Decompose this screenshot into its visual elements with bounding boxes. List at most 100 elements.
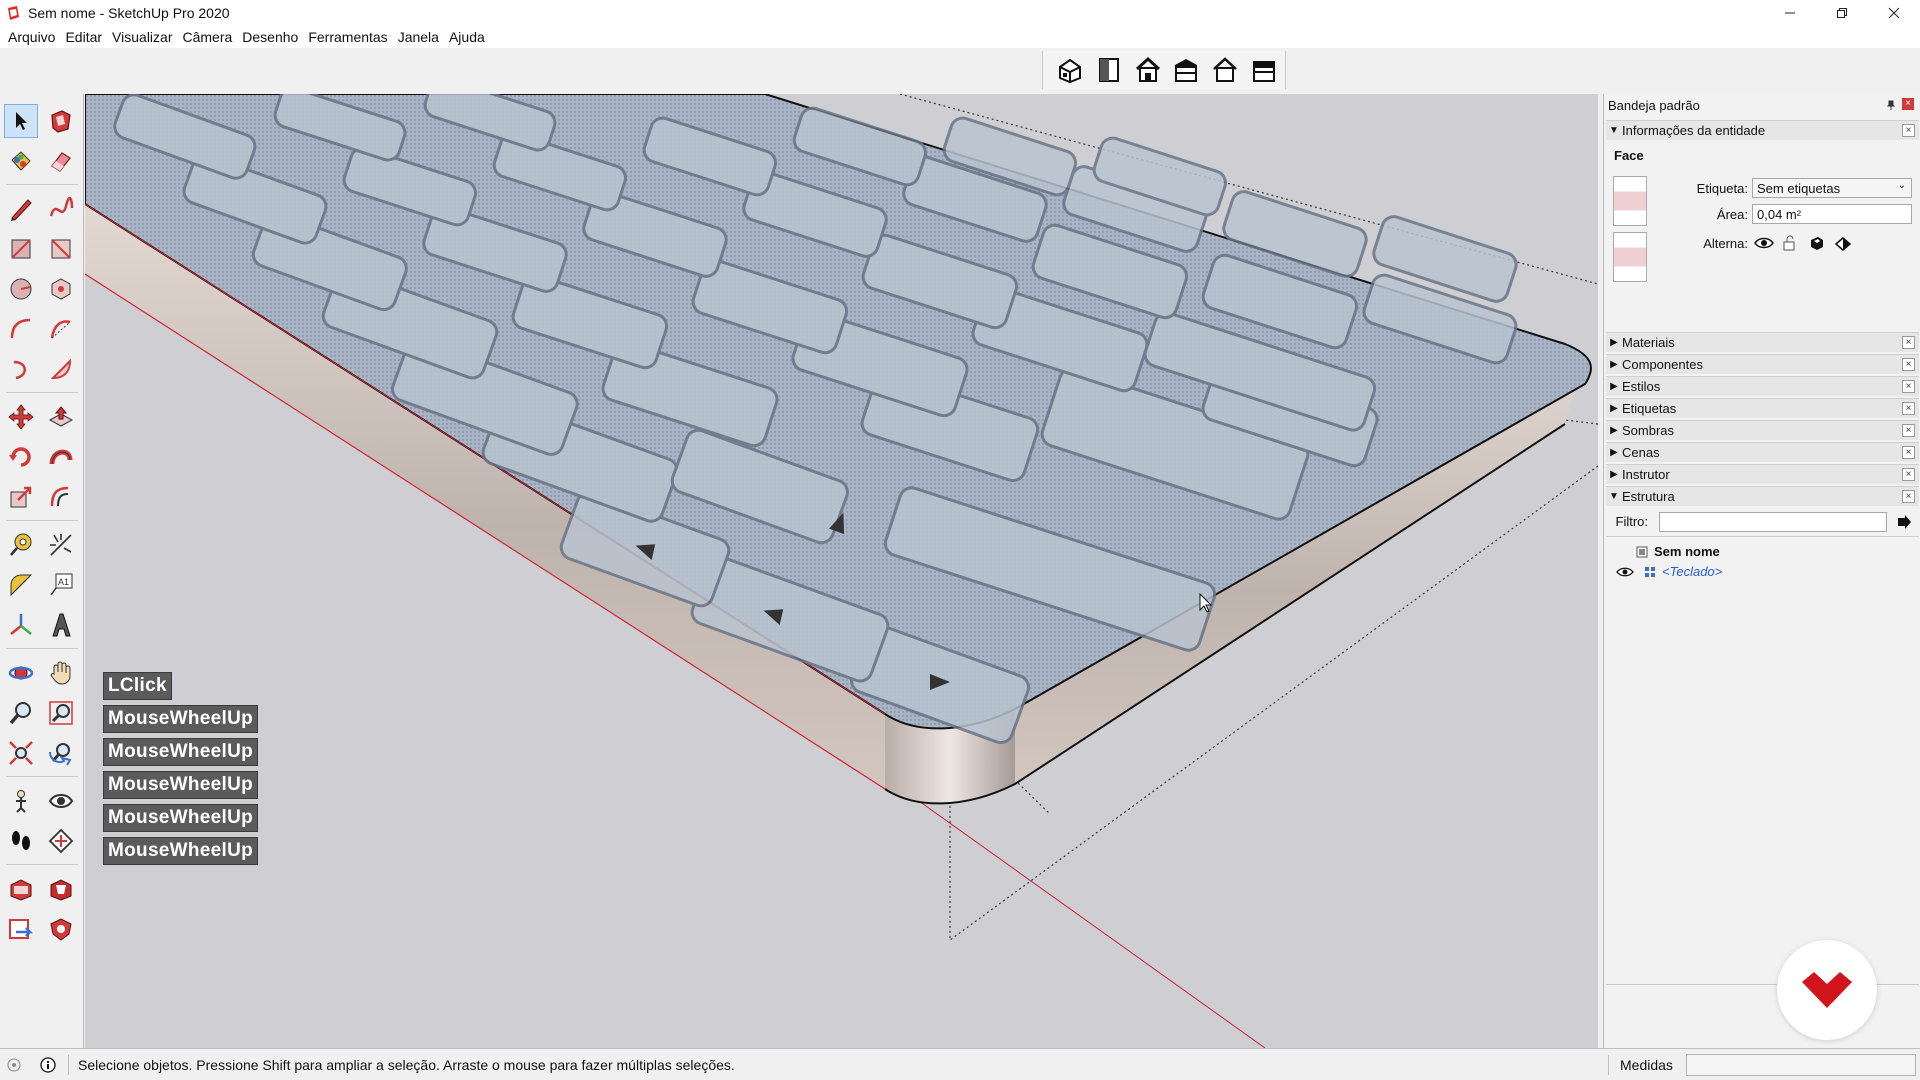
polygon-tool[interactable] xyxy=(44,272,78,306)
tray-close-icon[interactable]: × xyxy=(1902,98,1914,110)
axes-tool[interactable] xyxy=(4,608,38,642)
outliner-details-arrow-icon[interactable] xyxy=(1896,514,1912,530)
rotate-tool[interactable] xyxy=(4,440,38,474)
close-button[interactable] xyxy=(1868,0,1920,26)
panel-materiais[interactable]: ▶ Materiais × xyxy=(1606,332,1919,352)
iso-view-button[interactable] xyxy=(1053,52,1088,88)
walk-tool[interactable] xyxy=(4,824,38,858)
measures-input[interactable] xyxy=(1686,1054,1916,1076)
extension-manager-icon xyxy=(50,918,72,941)
menu-arquivo[interactable]: Arquivo xyxy=(3,29,60,45)
receive-shadows-toggle-icon[interactable] xyxy=(1834,235,1852,251)
protractor-tool[interactable] xyxy=(4,568,38,602)
look-around-tool[interactable] xyxy=(44,784,78,818)
send-to-layout-tool[interactable] xyxy=(4,912,38,946)
zoom-tool[interactable] xyxy=(4,696,38,730)
scale-tool[interactable] xyxy=(4,480,38,514)
panel-cenas[interactable]: ▶ Cenas × xyxy=(1606,442,1919,462)
freehand-tool[interactable] xyxy=(44,192,78,226)
outliner-filter-input[interactable] xyxy=(1659,512,1887,532)
info-icon[interactable] xyxy=(40,1057,56,1073)
close-panel-icon[interactable]: × xyxy=(1902,380,1915,393)
rectangle-tool[interactable] xyxy=(4,232,38,266)
minimize-button[interactable] xyxy=(1764,0,1816,26)
pie-tool[interactable] xyxy=(44,352,78,386)
front-view-button[interactable] xyxy=(1130,52,1165,88)
menu-visualizar[interactable]: Visualizar xyxy=(107,29,177,45)
close-panel-icon[interactable]: × xyxy=(1902,402,1915,415)
menu-editar[interactable]: Editar xyxy=(60,29,107,45)
visibility-eye-icon[interactable] xyxy=(1616,566,1634,578)
zoom-window-tool[interactable] xyxy=(44,696,78,730)
panel-sombras[interactable]: ▶ Sombras × xyxy=(1606,420,1919,440)
top-view-button[interactable] xyxy=(1092,52,1127,88)
front-material-swatch[interactable] xyxy=(1613,176,1647,226)
make-component-tool[interactable] xyxy=(44,104,78,138)
menu-janela[interactable]: Janela xyxy=(393,29,444,45)
orbit-tool[interactable] xyxy=(4,656,38,690)
panel-title: Etiquetas xyxy=(1622,401,1677,416)
close-panel-icon[interactable]: × xyxy=(1902,446,1915,459)
lock-toggle-icon[interactable] xyxy=(1782,235,1798,251)
tag-select[interactable]: Sem etiquetas ⌄ xyxy=(1752,178,1912,198)
extension-warehouse-tool[interactable] xyxy=(44,872,78,906)
restore-button[interactable] xyxy=(1816,0,1868,26)
close-panel-icon[interactable]: × xyxy=(1902,124,1915,137)
zoom-extents-tool[interactable] xyxy=(4,736,38,770)
two-point-arc-tool[interactable] xyxy=(44,312,78,346)
area-field[interactable]: 0,04 m² xyxy=(1752,204,1912,224)
panel-etiquetas[interactable]: ▶ Etiquetas × xyxy=(1606,398,1919,418)
left-view-button[interactable] xyxy=(1246,52,1281,88)
panel-instrutor[interactable]: ▶ Instrutor × xyxy=(1606,464,1919,484)
close-panel-icon[interactable]: × xyxy=(1902,468,1915,481)
arc-tool[interactable] xyxy=(4,312,38,346)
pan-tool[interactable] xyxy=(44,656,78,690)
three-point-arc-tool[interactable] xyxy=(4,352,38,386)
line-tool[interactable] xyxy=(4,192,38,226)
modeling-viewport[interactable]: LClick MouseWheelUp MouseWheelUp MouseWh… xyxy=(85,94,1598,1048)
tape-measure-icon xyxy=(10,533,32,556)
circle-tool[interactable] xyxy=(4,272,38,306)
dimension-tool[interactable] xyxy=(44,528,78,562)
panel-estrutura[interactable]: ▼ Estrutura × xyxy=(1606,486,1919,506)
eraser-tool[interactable] xyxy=(44,144,78,178)
paint-bucket-tool[interactable] xyxy=(4,144,38,178)
menu-ferramentas[interactable]: Ferramentas xyxy=(303,29,392,45)
panel-estilos[interactable]: ▶ Estilos × xyxy=(1606,376,1919,396)
extension-manager-tool[interactable] xyxy=(44,912,78,946)
section-plane-tool[interactable] xyxy=(44,824,78,858)
3d-warehouse-tool[interactable] xyxy=(4,872,38,906)
tape-measure-tool[interactable] xyxy=(4,528,38,562)
text-tool[interactable]: A1 xyxy=(44,568,78,602)
select-tool[interactable] xyxy=(4,104,38,138)
close-panel-icon[interactable]: × xyxy=(1902,336,1915,349)
pin-icon[interactable] xyxy=(1886,100,1896,110)
close-panel-icon[interactable]: × xyxy=(1902,490,1915,503)
cast-shadows-toggle-icon[interactable] xyxy=(1808,235,1826,251)
collapsed-triangle-icon: ▶ xyxy=(1610,447,1618,458)
right-view-button[interactable] xyxy=(1169,52,1204,88)
previous-view-tool[interactable] xyxy=(44,736,78,770)
close-panel-icon[interactable]: × xyxy=(1902,358,1915,371)
outliner-child-row[interactable]: <Teclado> xyxy=(1616,564,1722,579)
3d-text-tool[interactable] xyxy=(44,608,78,642)
visibility-toggle-eye-icon[interactable] xyxy=(1754,235,1774,251)
rotated-rectangle-tool[interactable] xyxy=(44,232,78,266)
push-pull-tool[interactable] xyxy=(44,400,78,434)
back-view-button[interactable] xyxy=(1208,52,1243,88)
close-panel-icon[interactable]: × xyxy=(1902,424,1915,437)
orbit-icon xyxy=(8,666,34,680)
offset-tool[interactable] xyxy=(44,480,78,514)
menu-ajuda[interactable]: Ajuda xyxy=(444,29,490,45)
panel-componentes[interactable]: ▶ Componentes × xyxy=(1606,354,1919,374)
follow-me-tool[interactable] xyxy=(44,440,78,474)
geolocation-icon[interactable] xyxy=(6,1057,22,1073)
outliner-root-row[interactable]: Sem nome xyxy=(1636,544,1720,559)
entity-info-header[interactable]: ▼ Informações da entidade × xyxy=(1606,120,1919,140)
collapsed-triangle-icon: ▶ xyxy=(1610,337,1618,348)
move-tool[interactable] xyxy=(4,400,38,434)
menu-camera[interactable]: Câmera xyxy=(177,29,237,45)
position-camera-tool[interactable] xyxy=(4,784,38,818)
menu-desenho[interactable]: Desenho xyxy=(237,29,303,45)
back-material-swatch[interactable] xyxy=(1613,232,1647,282)
